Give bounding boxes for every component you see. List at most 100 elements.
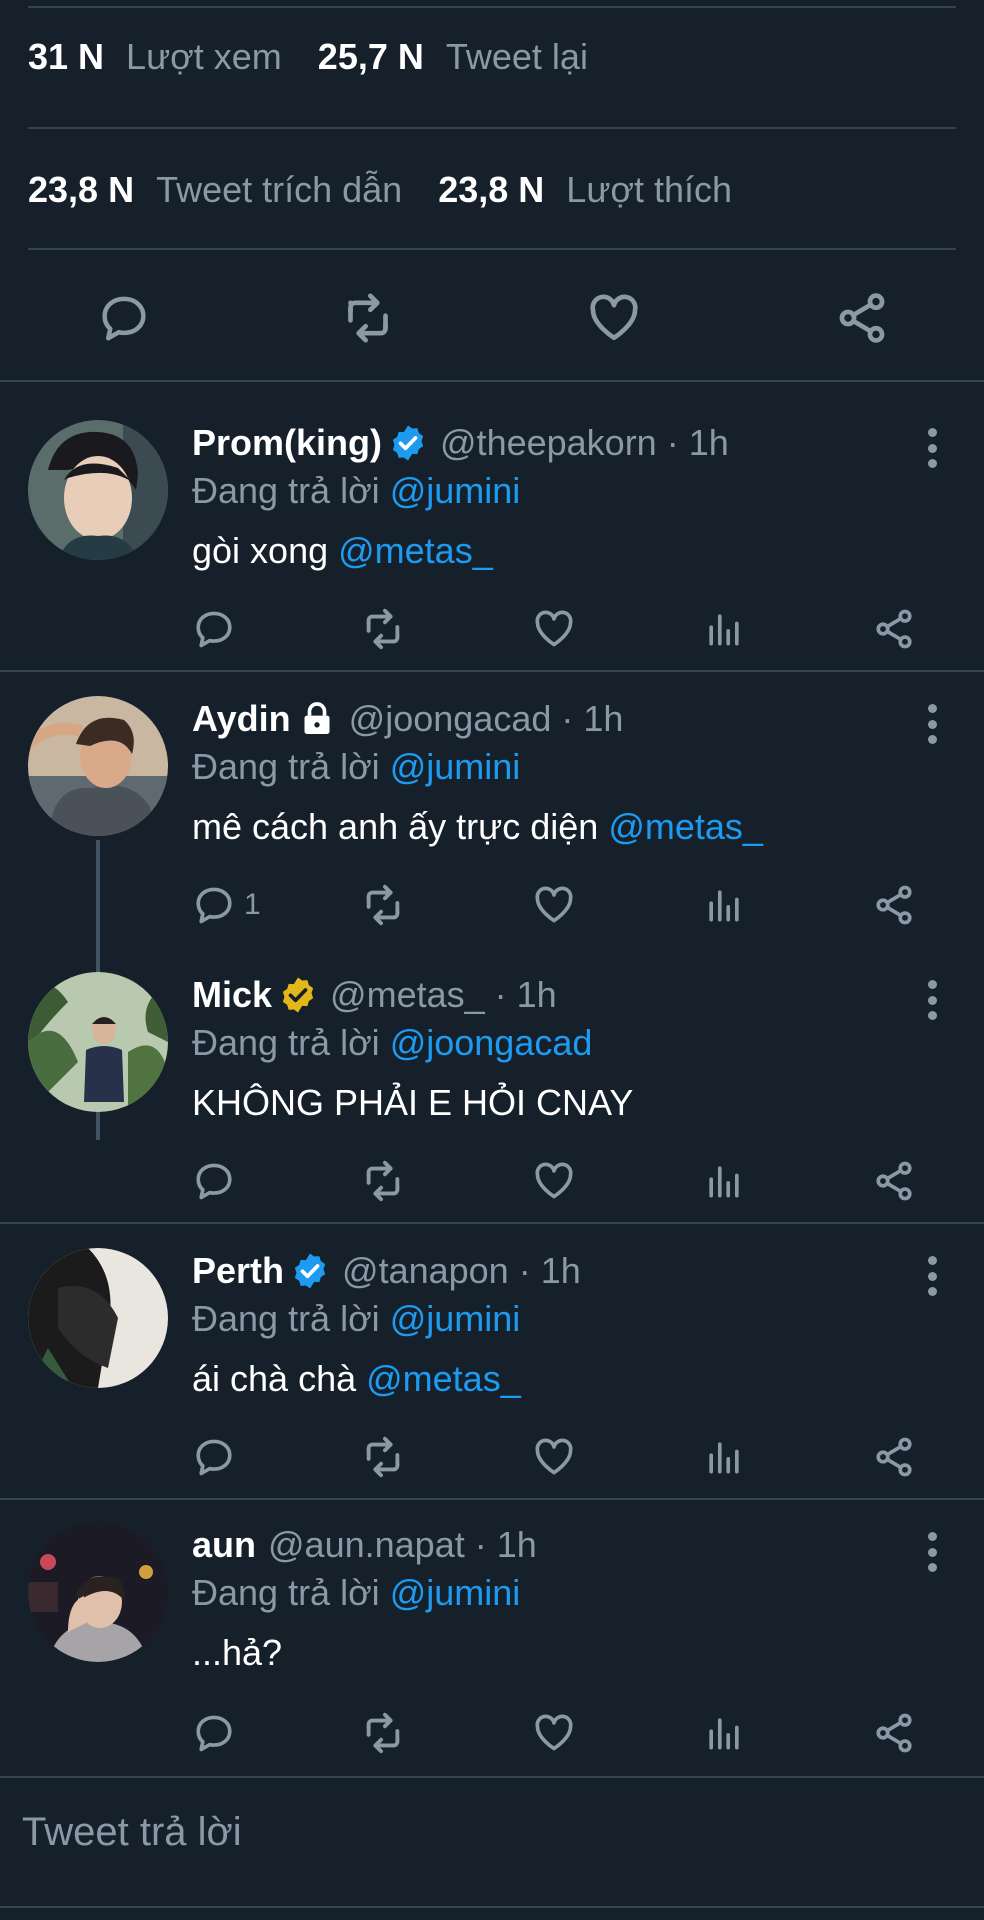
more-options-icon[interactable] xyxy=(924,980,940,1020)
replying-mention-link[interactable]: @jumini xyxy=(390,470,521,511)
replying-to: Đang trả lời @joongacad xyxy=(192,1022,592,1064)
retweet-button[interactable] xyxy=(360,1708,406,1758)
analytics-button[interactable] xyxy=(702,1432,746,1482)
like-button[interactable] xyxy=(532,1156,576,1206)
reply-tweet[interactable]: Prom(king) @theepakorn · 1h Đang trả lời… xyxy=(0,382,984,670)
share-button[interactable] xyxy=(872,604,916,654)
more-options-icon[interactable] xyxy=(924,428,940,468)
display-name[interactable]: aun xyxy=(192,1524,256,1566)
replying-label: Đang trả lời xyxy=(192,1298,380,1339)
share-button[interactable] xyxy=(872,880,916,930)
replying-mention-link[interactable]: @jumini xyxy=(390,746,521,787)
tweet-text: ái chà chà @metas_ xyxy=(192,1358,521,1400)
avatar[interactable] xyxy=(28,1248,168,1388)
analytics-button[interactable] xyxy=(702,1708,746,1758)
like-button[interactable] xyxy=(532,1432,576,1482)
retweet-button[interactable] xyxy=(360,1432,406,1482)
reply-button[interactable] xyxy=(192,1708,236,1758)
like-button[interactable] xyxy=(532,880,576,930)
retweet-icon xyxy=(366,884,400,926)
reply-tweet[interactable]: Aydin @joongacad · 1h Đang trả lời @jumi… xyxy=(0,672,984,1222)
share-icon xyxy=(876,885,912,925)
more-options-icon[interactable] xyxy=(924,704,940,744)
more-options-icon[interactable] xyxy=(924,1256,940,1296)
quotes-stat[interactable]: 23,8 N Tweet trích dẫn xyxy=(28,169,402,211)
stats-divider-2 xyxy=(28,248,956,250)
reply-tweet[interactable]: aun @aun.napat · 1h Đang trả lời @jumini… xyxy=(0,1500,984,1776)
tweet-body: ...hả? xyxy=(192,1632,283,1673)
reply-button[interactable] xyxy=(192,1432,236,1482)
tweet-actions xyxy=(0,604,984,654)
avatar[interactable] xyxy=(28,420,168,560)
tweet-mention-link[interactable]: @metas_ xyxy=(366,1358,521,1399)
analytics-button[interactable] xyxy=(702,880,746,930)
analytics-button[interactable] xyxy=(702,1156,746,1206)
user-handle[interactable]: @tanapon · 1h xyxy=(342,1250,581,1292)
display-name[interactable]: Perth xyxy=(192,1250,284,1292)
heart-icon xyxy=(535,886,573,923)
reply-button[interactable] xyxy=(96,290,152,346)
avatar[interactable] xyxy=(28,696,168,836)
like-button[interactable] xyxy=(532,1708,576,1758)
retweets-label: Tweet lại xyxy=(445,36,588,77)
reply-button[interactable] xyxy=(192,1156,236,1206)
replying-mention-link[interactable]: @jumini xyxy=(390,1298,521,1339)
heart-icon xyxy=(535,610,573,647)
stats-divider-1 xyxy=(28,127,956,129)
heart-icon xyxy=(535,1438,573,1475)
avatar[interactable] xyxy=(28,1522,168,1662)
share-button[interactable] xyxy=(872,1708,916,1758)
replying-label: Đang trả lời xyxy=(192,470,380,511)
reply-header: Prom(king) @theepakorn · 1h xyxy=(192,422,729,464)
views-stat[interactable]: 31 N Lượt xem xyxy=(28,36,282,78)
share-button[interactable] xyxy=(872,1156,916,1206)
user-handle[interactable]: @aun.napat · 1h xyxy=(268,1524,537,1566)
analytics-icon xyxy=(709,890,739,922)
reply-compose-input[interactable]: Tweet trả lời xyxy=(22,1810,242,1855)
tweet-actions xyxy=(0,1156,984,1206)
retweet-button[interactable] xyxy=(360,1156,406,1206)
user-handle[interactable]: @theepakorn · 1h xyxy=(440,422,729,464)
reply-icon xyxy=(196,1439,232,1476)
replying-mention-link[interactable]: @joongacad xyxy=(390,1022,593,1063)
replying-label: Đang trả lời xyxy=(192,1022,380,1063)
reply-button[interactable] xyxy=(192,604,244,654)
tweet-actions: 1 xyxy=(0,880,984,930)
analytics-icon xyxy=(709,1166,739,1198)
tweet-mention-link[interactable]: @metas_ xyxy=(608,806,763,847)
tweet-mention-link[interactable]: @metas_ xyxy=(338,530,493,571)
tweet-text: mê cách anh ấy trực diện @metas_ xyxy=(192,806,763,848)
more-options-icon[interactable] xyxy=(924,1532,940,1572)
retweets-count: 25,7 N xyxy=(317,36,424,77)
lock-icon xyxy=(304,702,330,734)
reply-header: Mick @metas_ · 1h xyxy=(192,974,557,1016)
retweet-button[interactable] xyxy=(360,880,406,930)
replying-label: Đang trả lời xyxy=(192,746,380,787)
like-button[interactable] xyxy=(532,604,576,654)
retweet-button[interactable] xyxy=(340,290,396,346)
reply-header: Aydin @joongacad · 1h xyxy=(192,698,623,740)
main-action-bar xyxy=(0,268,984,358)
share-button[interactable] xyxy=(872,1432,916,1482)
top-divider xyxy=(28,6,956,8)
tweet-body: mê cách anh ấy trực diện xyxy=(192,806,599,847)
reply-tweet[interactable]: Perth @tanapon · 1h Đang trả lời @jumini… xyxy=(0,1224,984,1500)
heart-icon xyxy=(590,294,638,341)
display-name[interactable]: Prom(king) xyxy=(192,422,382,464)
share-button[interactable] xyxy=(834,290,890,346)
analytics-icon xyxy=(709,614,739,646)
reply-button[interactable]: 1 xyxy=(192,880,261,930)
user-handle[interactable]: @metas_ · 1h xyxy=(330,974,557,1016)
replying-mention-link[interactable]: @jumini xyxy=(390,1572,521,1613)
share-icon xyxy=(876,1713,912,1753)
display-name[interactable]: Mick xyxy=(192,974,272,1016)
likes-stat[interactable]: 23,8 N Lượt thích xyxy=(438,169,732,211)
analytics-button[interactable] xyxy=(702,604,746,654)
avatar[interactable] xyxy=(28,972,168,1112)
retweet-button[interactable] xyxy=(360,604,406,654)
user-handle[interactable]: @joongacad · 1h xyxy=(349,698,624,740)
like-button[interactable] xyxy=(586,290,642,346)
retweets-stat[interactable]: 25,7 N Tweet lại xyxy=(318,36,588,78)
display-name[interactable]: Aydin xyxy=(192,698,291,740)
tweet-body: gòi xong xyxy=(192,530,329,571)
